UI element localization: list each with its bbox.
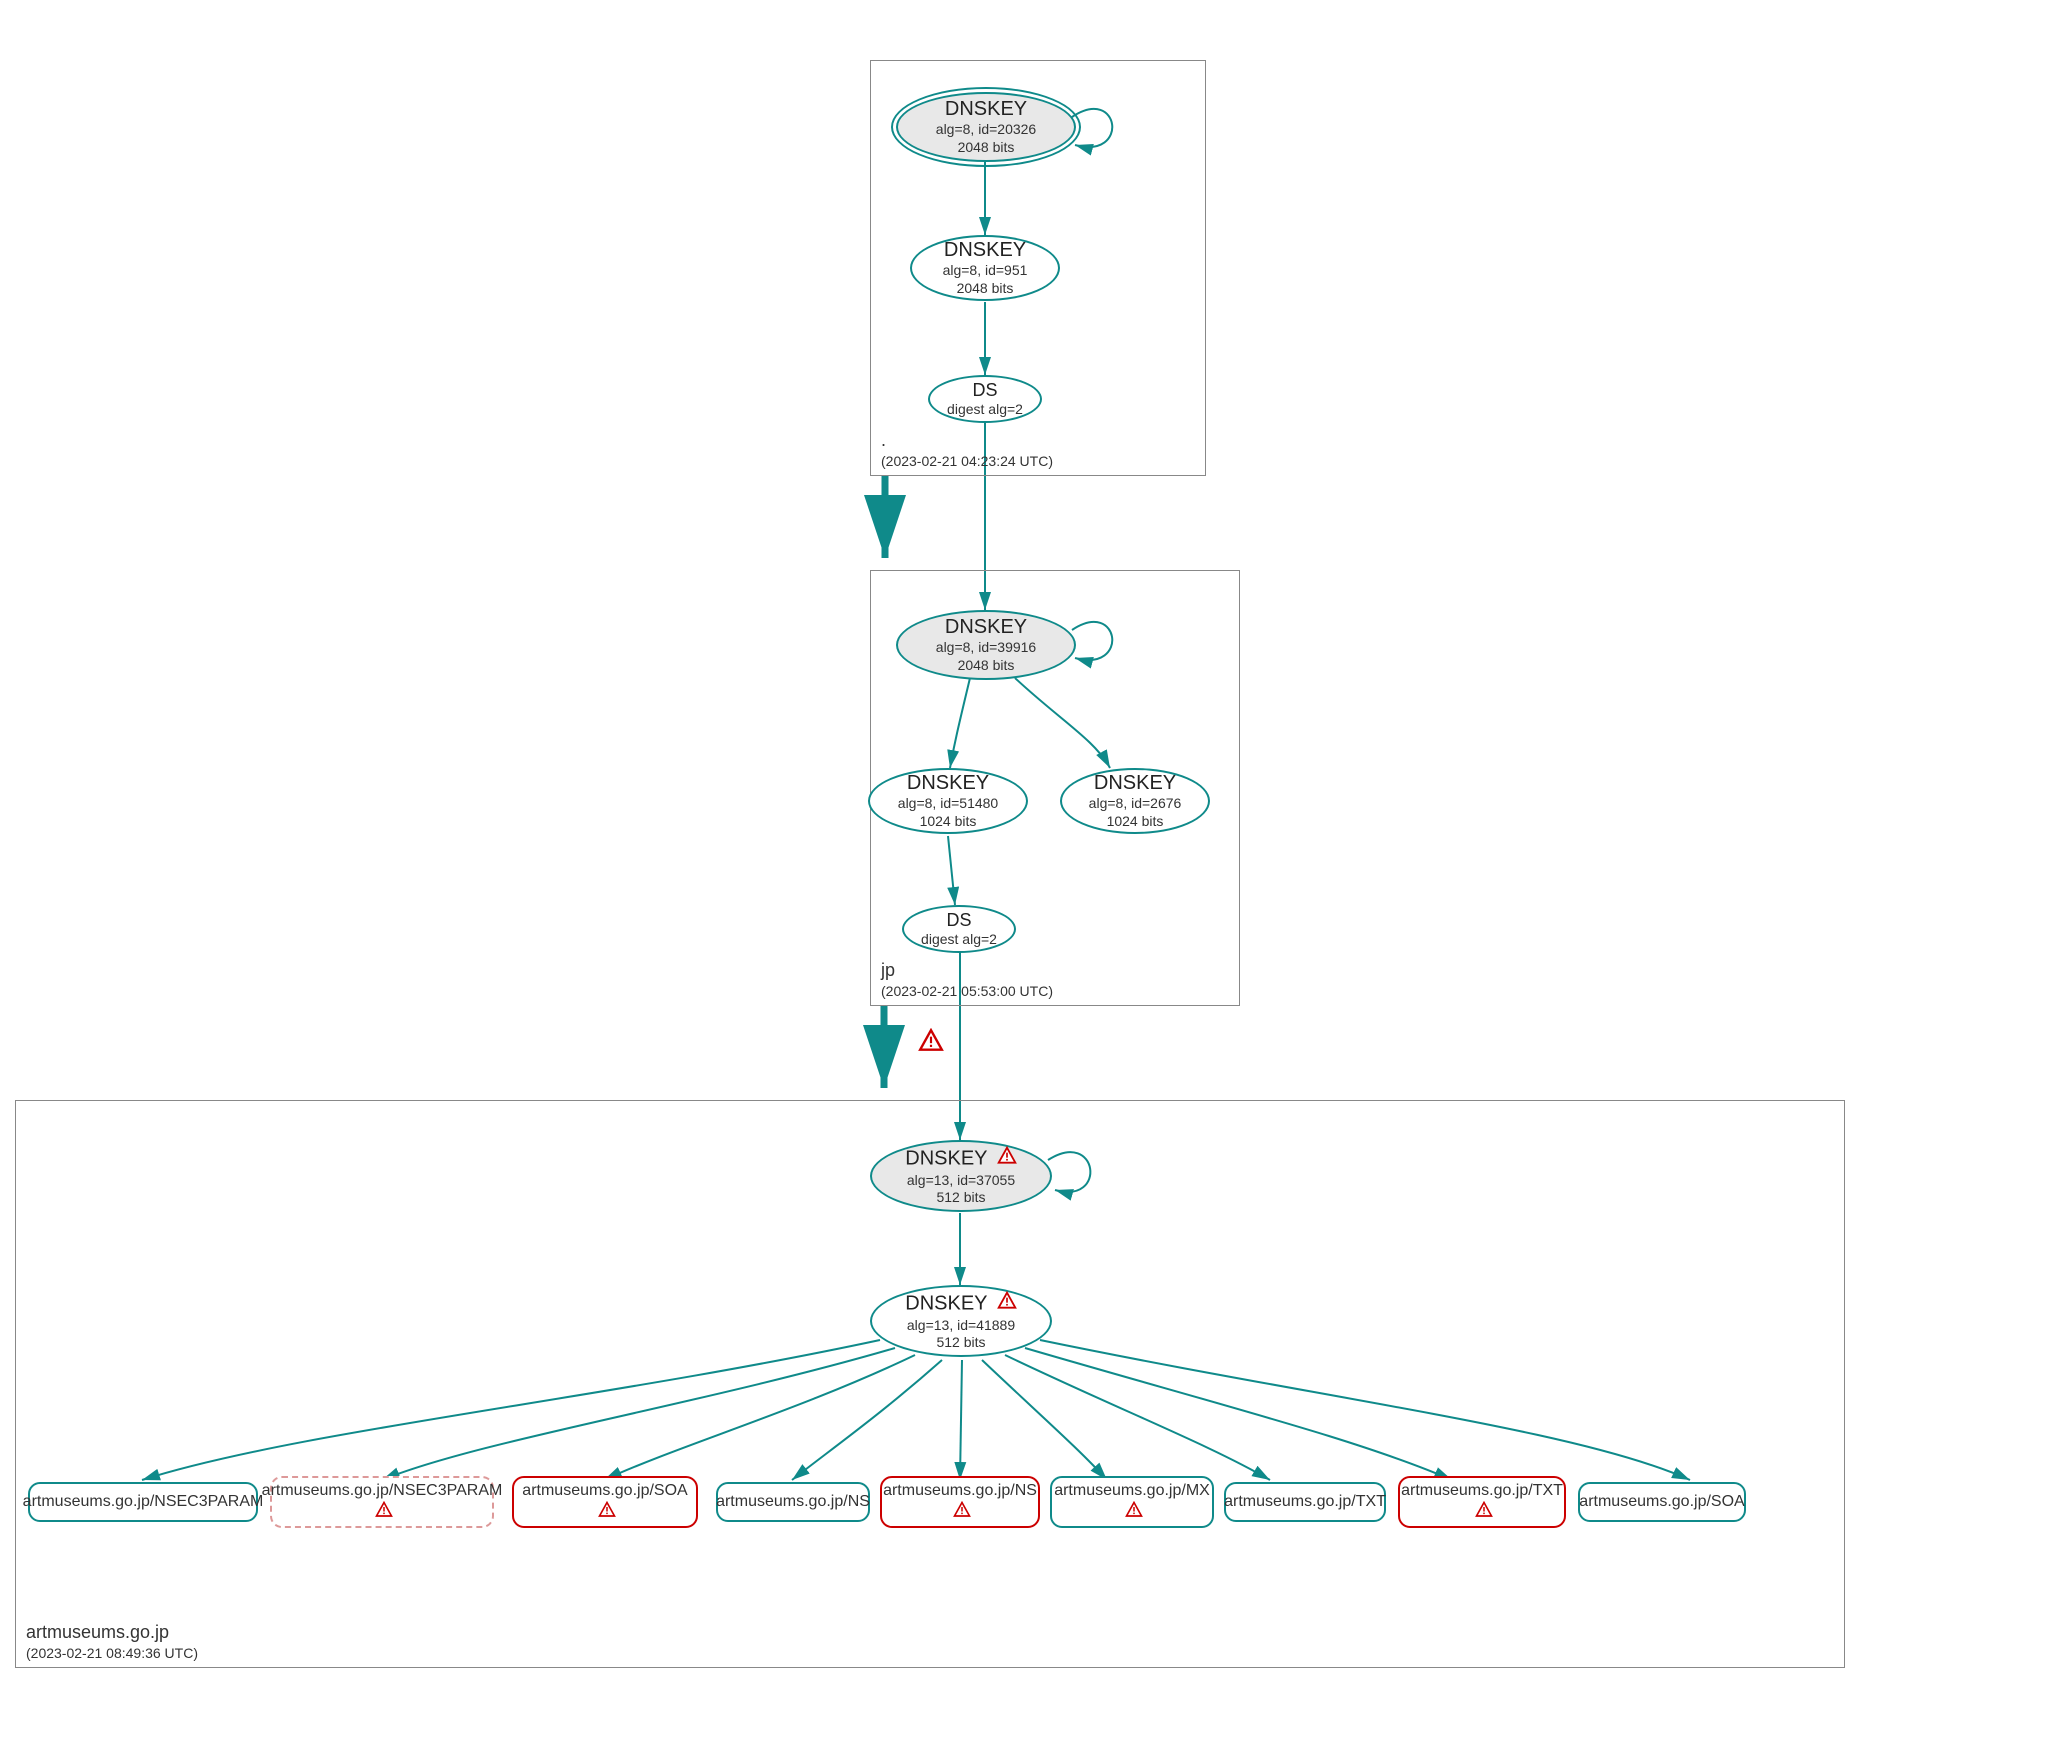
node-sub2: 2048 bits: [958, 139, 1015, 157]
rr-label: artmuseums.go.jp/SOA: [522, 1481, 687, 1501]
node-sub1: alg=8, id=39916: [936, 639, 1036, 657]
zone-jp-timestamp: (2023-02-21 05:53:00 UTC): [881, 983, 1053, 999]
node-sub1: digest alg=2: [947, 401, 1023, 419]
zone-root-label: . (2023-02-21 04:23:24 UTC): [881, 430, 1053, 469]
zone-am-label: artmuseums.go.jp (2023-02-21 08:49:36 UT…: [26, 1622, 198, 1661]
node-root-ds: DS digest alg=2: [928, 375, 1042, 423]
node-sub2: 2048 bits: [957, 280, 1014, 298]
warning-triangle-icon: [375, 1501, 393, 1524]
zone-jp-name: jp: [881, 960, 895, 980]
zone-root-timestamp: (2023-02-21 04:23:24 UTC): [881, 453, 1053, 469]
node-sub2: 1024 bits: [1107, 813, 1164, 831]
node-sub1: alg=8, id=2676: [1089, 795, 1182, 813]
rrset-txt-warn: artmuseums.go.jp/TXT: [1398, 1476, 1566, 1528]
node-title: DNSKEY: [945, 616, 1027, 639]
warning-triangle-icon: [598, 1501, 616, 1524]
rr-label: artmuseums.go.jp/TXT: [1401, 1481, 1563, 1501]
node-sub1: digest alg=2: [921, 931, 997, 949]
node-title: DNSKEY: [905, 1291, 1016, 1317]
node-jp-ksk: DNSKEY alg=8, id=39916 2048 bits: [896, 610, 1076, 680]
rrset-ns-1: artmuseums.go.jp/NS: [716, 1482, 870, 1522]
node-root-ksk: DNSKEY alg=8, id=20326 2048 bits: [896, 92, 1076, 162]
node-title: DNSKEY: [944, 239, 1026, 262]
node-sub1: alg=8, id=20326: [936, 121, 1036, 139]
node-am-ksk: DNSKEY alg=13, id=37055 512 bits: [870, 1140, 1052, 1212]
node-sub1: alg=13, id=41889: [907, 1317, 1015, 1335]
warning-triangle-icon: [1475, 1501, 1493, 1524]
node-sub1: alg=8, id=951: [943, 262, 1028, 280]
node-am-zsk: DNSKEY alg=13, id=41889 512 bits: [870, 1285, 1052, 1357]
node-title-text: DNSKEY: [905, 1147, 987, 1169]
zone-am-timestamp: (2023-02-21 08:49:36 UTC): [26, 1645, 198, 1661]
node-sub1: alg=8, id=51480: [898, 795, 998, 813]
node-title: DS: [972, 380, 997, 401]
node-sub2: 512 bits: [936, 1189, 985, 1207]
rr-label: artmuseums.go.jp/NSEC3PARAM: [23, 1492, 264, 1512]
warning-triangle-icon: [997, 1291, 1017, 1317]
node-title: DNSKEY: [907, 772, 989, 795]
node-sub2: 512 bits: [936, 1334, 985, 1352]
node-jp-zsk2: DNSKEY alg=8, id=2676 1024 bits: [1060, 768, 1210, 834]
node-title: DNSKEY: [905, 1146, 1016, 1172]
node-jp-zsk1: DNSKEY alg=8, id=51480 1024 bits: [868, 768, 1028, 834]
node-title: DNSKEY: [1094, 772, 1176, 795]
node-title: DS: [946, 910, 971, 931]
rrset-nsec3param-2: artmuseums.go.jp/NSEC3PARAM: [270, 1476, 494, 1528]
rrset-mx-warn: artmuseums.go.jp/MX: [1050, 1476, 1214, 1528]
node-jp-ds: DS digest alg=2: [902, 905, 1016, 953]
node-root-zsk: DNSKEY alg=8, id=951 2048 bits: [910, 235, 1060, 301]
rr-label: artmuseums.go.jp/MX: [1054, 1481, 1210, 1501]
rrset-ns-warn: artmuseums.go.jp/NS: [880, 1476, 1040, 1528]
warning-triangle-icon: [1125, 1501, 1143, 1524]
node-title-text: DNSKEY: [905, 1292, 987, 1314]
node-sub2: 2048 bits: [958, 657, 1015, 675]
warning-triangle-icon: [997, 1146, 1017, 1172]
rr-label: artmuseums.go.jp/TXT: [1224, 1492, 1386, 1512]
rrset-soa-warn: artmuseums.go.jp/SOA: [512, 1476, 698, 1528]
rr-label: artmuseums.go.jp/NS: [883, 1481, 1037, 1501]
rr-label: artmuseums.go.jp/NSEC3PARAM: [262, 1481, 503, 1501]
rr-label: artmuseums.go.jp/NS: [716, 1492, 870, 1512]
node-sub1: alg=13, id=37055: [907, 1172, 1015, 1190]
rrset-soa-2: artmuseums.go.jp/SOA: [1578, 1482, 1746, 1522]
warning-triangle-icon: [953, 1501, 971, 1524]
zone-root-name: .: [881, 430, 886, 450]
rr-label: artmuseums.go.jp/SOA: [1579, 1492, 1744, 1512]
node-sub2: 1024 bits: [920, 813, 977, 831]
zone-jp-label: jp (2023-02-21 05:53:00 UTC): [881, 960, 1053, 999]
node-title: DNSKEY: [945, 98, 1027, 121]
zone-am-name: artmuseums.go.jp: [26, 1622, 169, 1642]
rrset-txt-1: artmuseums.go.jp/TXT: [1224, 1482, 1386, 1522]
rrset-nsec3param-1: artmuseums.go.jp/NSEC3PARAM: [28, 1482, 258, 1522]
